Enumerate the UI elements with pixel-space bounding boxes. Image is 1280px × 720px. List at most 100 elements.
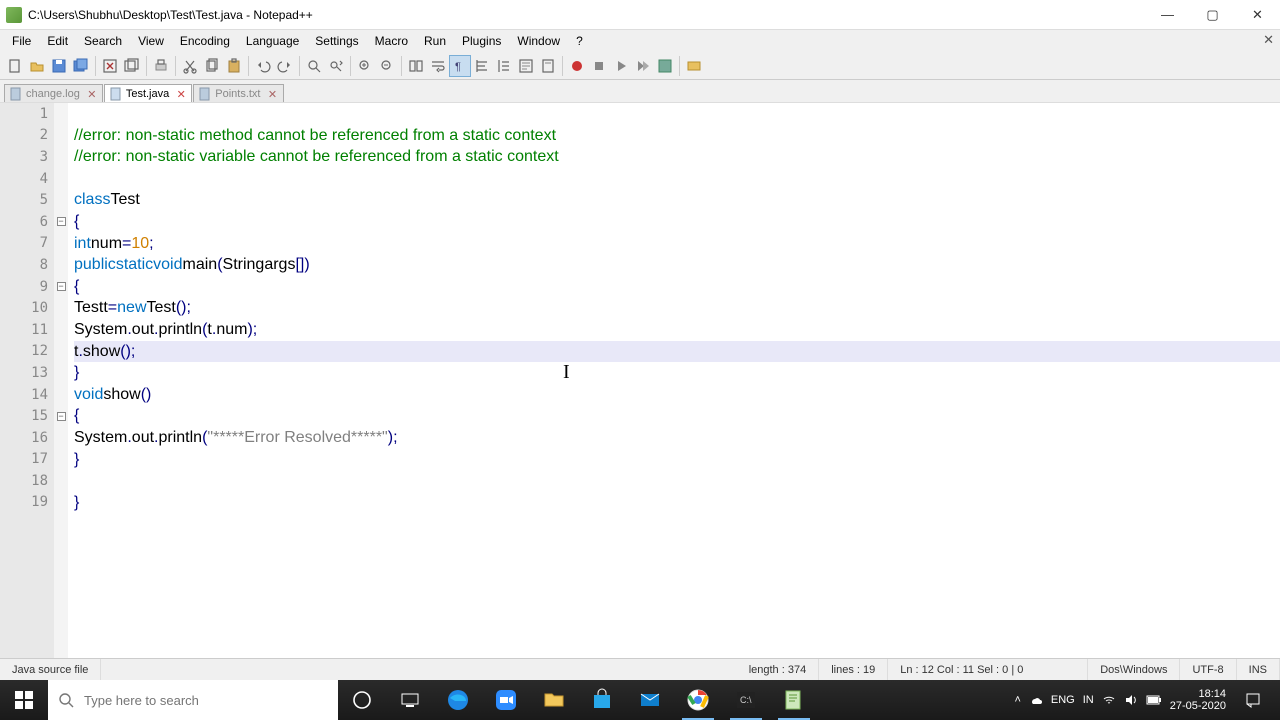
tab-label: Points.txt <box>215 88 260 100</box>
code-area[interactable]: //error: non-static method cannot be ref… <box>68 103 1280 658</box>
system-tray: ˄ ENG IN 18:14 27-05-2020 <box>1014 680 1280 720</box>
new-file-button[interactable] <box>4 55 26 77</box>
windows-icon <box>15 691 33 709</box>
line-number-gutter: 12345678910111213141516171819 <box>0 103 54 658</box>
zoom-in-button[interactable] <box>354 55 376 77</box>
menu-help[interactable]: ? <box>568 30 591 52</box>
notepadpp-taskbar-button[interactable] <box>770 680 818 720</box>
task-view-button[interactable] <box>386 680 434 720</box>
onedrive-icon[interactable] <box>1029 693 1043 707</box>
status-eol[interactable]: Dos\Windows <box>1088 659 1180 680</box>
cut-button[interactable] <box>179 55 201 77</box>
minimize-button[interactable]: — <box>1145 0 1190 30</box>
menu-window[interactable]: Window <box>509 30 568 52</box>
tray-lang[interactable]: ENG <box>1051 694 1075 706</box>
open-file-button[interactable] <box>26 55 48 77</box>
cortana-button[interactable] <box>338 680 386 720</box>
mail-button[interactable] <box>626 680 674 720</box>
record-macro-button[interactable] <box>566 55 588 77</box>
menubar: File Edit Search View Encoding Language … <box>0 30 1280 52</box>
file-icon <box>9 87 23 101</box>
menu-plugins[interactable]: Plugins <box>454 30 509 52</box>
clock-time: 18:14 <box>1170 688 1226 700</box>
copy-button[interactable] <box>201 55 223 77</box>
save-all-button[interactable] <box>70 55 92 77</box>
status-lines: lines : 19 <box>819 659 888 680</box>
indent-guide-button[interactable] <box>471 55 493 77</box>
svg-text:C:\: C:\ <box>740 695 752 705</box>
menu-language[interactable]: Language <box>238 30 307 52</box>
notification-center-button[interactable] <box>1234 692 1272 708</box>
play-macro-button[interactable] <box>610 55 632 77</box>
print-button[interactable] <box>150 55 172 77</box>
start-button[interactable] <box>0 680 48 720</box>
text-cursor-icon: I <box>563 361 570 384</box>
close-all-button[interactable] <box>121 55 143 77</box>
menu-edit[interactable]: Edit <box>39 30 76 52</box>
undo-button[interactable] <box>252 55 274 77</box>
menu-settings[interactable]: Settings <box>307 30 366 52</box>
find-button[interactable] <box>303 55 325 77</box>
zoom-button[interactable] <box>482 680 530 720</box>
edge-button[interactable] <box>434 680 482 720</box>
tab-close-icon[interactable]: ✕ <box>86 88 98 100</box>
document-close-icon[interactable]: ✕ <box>1263 32 1274 48</box>
monitoring-button[interactable] <box>683 55 705 77</box>
window-title: C:\Users\Shubhu\Desktop\Test\Test.java -… <box>28 8 1145 22</box>
tab-close-icon[interactable]: ✕ <box>175 88 187 100</box>
clock[interactable]: 18:14 27-05-2020 <box>1170 688 1226 712</box>
function-list-button[interactable] <box>515 55 537 77</box>
tab-test-java[interactable]: Test.java ✕ <box>104 84 192 103</box>
doc-map-button[interactable] <box>537 55 559 77</box>
file-icon <box>198 87 212 101</box>
status-position: Ln : 12 Col : 11 Sel : 0 | 0 <box>888 659 1088 680</box>
tab-close-icon[interactable]: ✕ <box>267 88 279 100</box>
battery-icon[interactable] <box>1146 694 1162 706</box>
replace-button[interactable] <box>325 55 347 77</box>
file-explorer-button[interactable] <box>530 680 578 720</box>
save-macro-button[interactable] <box>654 55 676 77</box>
play-multiple-button[interactable] <box>632 55 654 77</box>
tabbar: change.log ✕ Test.java ✕ Points.txt ✕ <box>0 80 1280 102</box>
tab-change-log[interactable]: change.log ✕ <box>4 84 103 103</box>
store-button[interactable] <box>578 680 626 720</box>
tray-overflow-icon[interactable]: ˄ <box>1014 694 1020 706</box>
zoom-out-button[interactable] <box>376 55 398 77</box>
tray-region[interactable]: IN <box>1083 694 1094 706</box>
editor[interactable]: 12345678910111213141516171819 −−− //erro… <box>0 102 1280 658</box>
menu-macro[interactable]: Macro <box>367 30 416 52</box>
taskbar: C:\ ˄ ENG IN 18:14 27-05-2020 <box>0 680 1280 720</box>
search-input[interactable] <box>84 693 328 708</box>
menu-search[interactable]: Search <box>76 30 130 52</box>
wifi-icon[interactable] <box>1102 693 1116 707</box>
close-file-button[interactable] <box>99 55 121 77</box>
search-box[interactable] <box>48 680 338 720</box>
status-ins-mode[interactable]: INS <box>1237 659 1280 680</box>
paste-button[interactable] <box>223 55 245 77</box>
svg-text:¶: ¶ <box>455 61 461 73</box>
tab-points-txt[interactable]: Points.txt ✕ <box>193 84 283 103</box>
clock-date: 27-05-2020 <box>1170 700 1226 712</box>
tab-label: Test.java <box>126 88 169 100</box>
fold-column[interactable]: −−− <box>54 103 68 658</box>
menu-view[interactable]: View <box>130 30 172 52</box>
app-icon <box>6 7 22 23</box>
tab-label: change.log <box>26 88 80 100</box>
close-button[interactable]: ✕ <box>1235 0 1280 30</box>
volume-icon[interactable] <box>1124 693 1138 707</box>
maximize-button[interactable]: ▢ <box>1190 0 1235 30</box>
status-encoding[interactable]: UTF-8 <box>1180 659 1236 680</box>
cmd-button[interactable]: C:\ <box>722 680 770 720</box>
chrome-button[interactable] <box>674 680 722 720</box>
show-all-chars-button[interactable]: ¶ <box>449 55 471 77</box>
folder-as-workspace-button[interactable] <box>493 55 515 77</box>
save-button[interactable] <box>48 55 70 77</box>
statusbar: Java source file length : 374 lines : 19… <box>0 658 1280 680</box>
menu-file[interactable]: File <box>4 30 39 52</box>
menu-run[interactable]: Run <box>416 30 454 52</box>
stop-macro-button[interactable] <box>588 55 610 77</box>
menu-encoding[interactable]: Encoding <box>172 30 238 52</box>
redo-button[interactable] <box>274 55 296 77</box>
wordwrap-button[interactable] <box>427 55 449 77</box>
sync-scroll-button[interactable] <box>405 55 427 77</box>
